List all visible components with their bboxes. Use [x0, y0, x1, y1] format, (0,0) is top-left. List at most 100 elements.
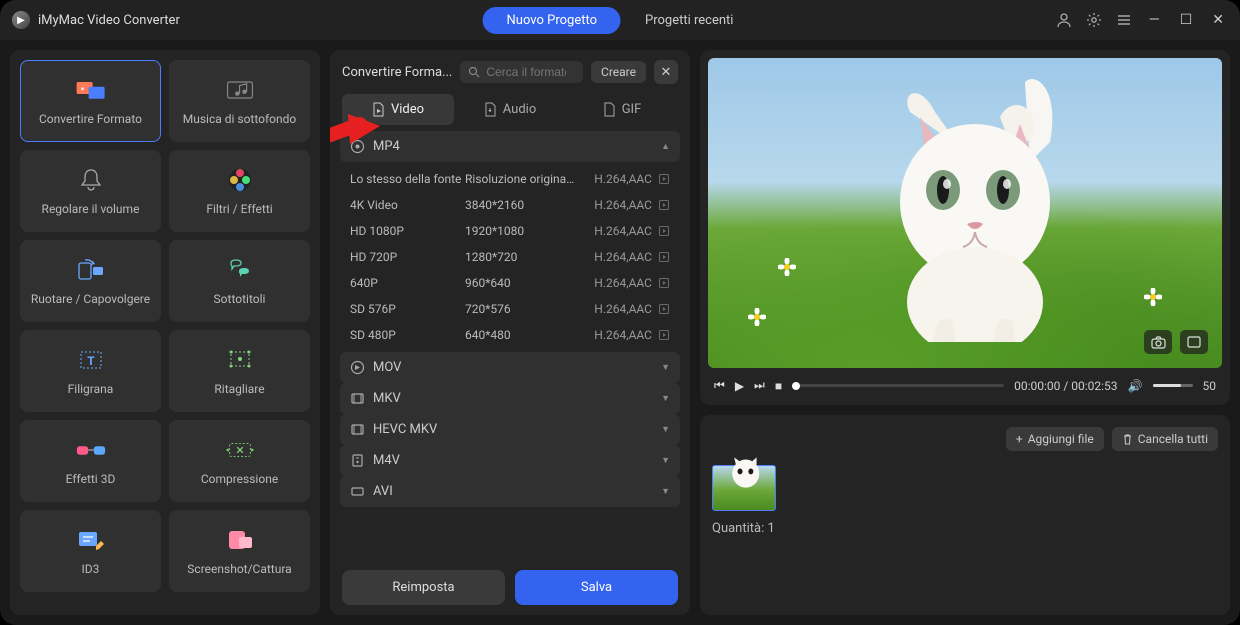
camera-icon[interactable]: [1144, 330, 1172, 354]
tool-background-music[interactable]: Musica di sottofondo: [169, 60, 310, 142]
volume-bell-icon: [75, 166, 107, 194]
id3-edit-icon: [75, 526, 107, 554]
format-list: MP4 ▲ Lo stesso della fonteRisoluzione o…: [330, 125, 690, 560]
video-file-icon: [372, 102, 385, 117]
edit-icon[interactable]: [658, 199, 670, 211]
volume-icon[interactable]: 🔊: [1128, 379, 1143, 393]
close-button[interactable]: ✕: [1208, 12, 1228, 28]
format-group-m4v[interactable]: M4V▼: [340, 445, 680, 476]
preset-resolution: 1280*720: [465, 250, 575, 264]
panel-close-button[interactable]: ✕: [654, 60, 678, 84]
app-icon: ▶: [12, 11, 30, 29]
format-preset-row[interactable]: Lo stesso della fonteRisoluzione origina…: [340, 166, 680, 192]
format-icon: [350, 484, 365, 499]
format-preset-row[interactable]: HD 720P1280*720H.264,AAC: [340, 244, 680, 270]
next-button[interactable]: ⏭: [754, 378, 765, 393]
tool-id3[interactable]: ID3: [20, 510, 161, 592]
quantity-label: Quantità: 1: [712, 521, 1218, 536]
format-icon: [350, 453, 365, 468]
tool-watermark[interactable]: T Filigrana: [20, 330, 161, 412]
edit-icon[interactable]: [658, 251, 670, 263]
add-file-button[interactable]: +Aggiungi file: [1006, 427, 1104, 451]
create-button[interactable]: Creare: [591, 61, 646, 83]
minimize-button[interactable]: —: [1145, 12, 1164, 28]
format-panel: Convertire Forma... Creare ✕ Video Audio: [330, 50, 690, 615]
rotate-icon: [75, 256, 107, 284]
stop-button[interactable]: ■: [775, 379, 782, 393]
edit-icon[interactable]: [658, 225, 670, 237]
app-title: iMyMac Video Converter: [38, 13, 180, 28]
tool-adjust-volume[interactable]: Regolare il volume: [20, 150, 161, 232]
preset-name: SD 480P: [350, 328, 465, 342]
tool-compression[interactable]: Compressione: [169, 420, 310, 502]
video-preview: ⏮ ▶ ⏭ ■ 00:00:00 / 00:02:53 🔊 50: [700, 50, 1230, 405]
main-area: Convertire Formato Musica di sottofondo …: [0, 40, 1240, 625]
tool-label: Convertire Formato: [39, 112, 142, 126]
format-group-hevc-mkv[interactable]: HEVC MKV▼: [340, 414, 680, 445]
format-group-avi[interactable]: AVI▼: [340, 476, 680, 507]
clear-all-button[interactable]: Cancella tutti: [1112, 427, 1218, 451]
caret-up-icon: ▲: [661, 141, 670, 152]
format-group-mkv[interactable]: MKV▼: [340, 383, 680, 414]
volume-value: 50: [1203, 379, 1217, 393]
preset-codec: H.264,AAC: [575, 276, 670, 290]
gear-icon[interactable]: [1085, 11, 1103, 29]
trash-icon: [1122, 433, 1133, 445]
flower-icon: [778, 258, 796, 276]
menu-icon[interactable]: [1115, 11, 1133, 29]
file-thumbnail[interactable]: [712, 465, 776, 511]
right-column: ⏮ ▶ ⏭ ■ 00:00:00 / 00:02:53 🔊 50 +Aggiun…: [700, 50, 1230, 615]
preset-codec: H.264,AAC: [575, 302, 670, 316]
seek-bar[interactable]: [792, 384, 1004, 387]
format-search-input[interactable]: [486, 65, 566, 79]
format-group-mp4[interactable]: MP4 ▲: [340, 131, 680, 162]
play-button[interactable]: ▶: [735, 379, 744, 393]
tool-filters-effects[interactable]: Filtri / Effetti: [169, 150, 310, 232]
tool-subtitles[interactable]: Sottotitoli: [169, 240, 310, 322]
edit-icon[interactable]: [658, 173, 670, 185]
prev-button[interactable]: ⏮: [714, 378, 725, 393]
preset-codec: H.264,AAC: [575, 224, 670, 238]
format-group-mov[interactable]: MOV▼: [340, 352, 680, 383]
tab-recent-projects[interactable]: Progetti recenti: [621, 7, 757, 34]
format-preset-row[interactable]: HD 1080P1920*1080H.264,AAC: [340, 218, 680, 244]
fullscreen-icon[interactable]: [1180, 330, 1208, 354]
caret-down-icon: ▼: [661, 393, 670, 404]
tool-crop[interactable]: Ritagliare: [169, 330, 310, 412]
tool-label: Regolare il volume: [42, 202, 140, 216]
format-icon: [350, 360, 365, 375]
format-preset-row[interactable]: SD 576P720*576H.264,AAC: [340, 296, 680, 322]
tool-convert-format[interactable]: Convertire Formato: [20, 60, 161, 142]
reset-button[interactable]: Reimposta: [342, 570, 505, 605]
preset-name: HD 1080P: [350, 224, 465, 238]
video-frame[interactable]: [708, 58, 1222, 368]
watermark-icon: T: [75, 346, 107, 374]
tool-screenshot-capture[interactable]: Screenshot/Cattura: [169, 510, 310, 592]
mp4-icon: [350, 139, 365, 154]
user-icon[interactable]: [1055, 11, 1073, 29]
format-search[interactable]: [460, 61, 583, 83]
subtab-video[interactable]: Video: [342, 94, 454, 125]
tool-rotate-flip[interactable]: Ruotare / Capovolgere: [20, 240, 161, 322]
app-window: ▶ iMyMac Video Converter Nuovo Progetto …: [0, 0, 1240, 625]
tool-label: Ruotare / Capovolgere: [31, 292, 150, 306]
edit-icon[interactable]: [658, 329, 670, 341]
save-button[interactable]: Salva: [515, 570, 678, 605]
preset-resolution: 720*576: [465, 302, 575, 316]
preset-name: HD 720P: [350, 250, 465, 264]
subtab-audio[interactable]: Audio: [454, 94, 566, 125]
subtab-gif[interactable]: GIF: [566, 94, 678, 125]
format-preset-row[interactable]: 4K Video3840*2160H.264,AAC: [340, 192, 680, 218]
tool-3d-effects[interactable]: Effetti 3D: [20, 420, 161, 502]
format-preset-row[interactable]: SD 480P640*480H.264,AAC: [340, 322, 680, 348]
thumb-image: [719, 450, 769, 499]
preset-resolution: Risoluzione originale: [465, 172, 575, 186]
tool-label: Musica di sottofondo: [183, 112, 297, 126]
tab-new-project[interactable]: Nuovo Progetto: [483, 7, 621, 34]
format-preset-row[interactable]: 640P960*640H.264,AAC: [340, 270, 680, 296]
preset-codec: H.264,AAC: [575, 328, 670, 342]
volume-slider[interactable]: [1153, 384, 1193, 387]
maximize-button[interactable]: ☐: [1176, 12, 1197, 28]
edit-icon[interactable]: [658, 303, 670, 315]
edit-icon[interactable]: [658, 277, 670, 289]
